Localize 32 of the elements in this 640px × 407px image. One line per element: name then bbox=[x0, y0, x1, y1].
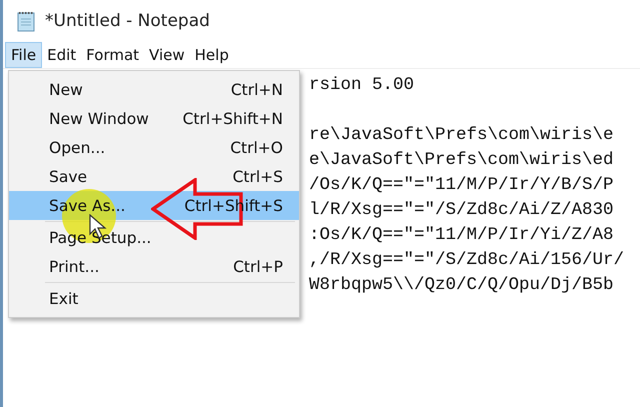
menu-label: Open... bbox=[49, 138, 106, 156]
menu-label: New Window bbox=[49, 110, 149, 128]
menu-item[interactable]: Help bbox=[190, 43, 234, 67]
menu-entry[interactable]: New Window Ctrl+Shift+N bbox=[9, 104, 299, 133]
shortcut-label: Ctrl+Shift+N bbox=[182, 110, 283, 128]
menu-label: New bbox=[49, 80, 83, 98]
text-line: :Os/K/Q=="="11/M/P/Ir/Yi/Z/A8 bbox=[309, 225, 614, 245]
menu-entry[interactable]: Print... Ctrl+P bbox=[9, 252, 299, 281]
shortcut-label: Ctrl+P bbox=[233, 258, 283, 276]
text-line: re\JavaSoft\Prefs\com\wiris\e bbox=[309, 125, 614, 145]
text-line: e\JavaSoft\Prefs\com\wiris\ed bbox=[309, 150, 614, 170]
shortcut-label: Ctrl+N bbox=[230, 80, 283, 98]
text-line: rsion 5.00 bbox=[309, 75, 414, 95]
shortcut-label: Ctrl+S bbox=[232, 168, 283, 186]
window-title: *Untitled - Notepad bbox=[45, 11, 210, 31]
menu-item[interactable]: Edit bbox=[42, 43, 82, 67]
menu-entry[interactable]: Exit bbox=[9, 284, 299, 313]
menu-label: Save bbox=[49, 168, 88, 186]
menu-entry[interactable]: Save Ctrl+S bbox=[9, 162, 299, 191]
text-line: W8rbqpw5\\/Qz0/C/Q/Opu/Dj/B5b bbox=[309, 275, 614, 295]
menu-label: Exit bbox=[49, 290, 78, 308]
menu-label: Print... bbox=[49, 258, 100, 276]
text-line: l/R/Xsg=="="/S/Zd8c/Ai/Z/A830 bbox=[309, 200, 614, 220]
menu-entry[interactable]: Open... Ctrl+O bbox=[9, 133, 299, 162]
menu-item[interactable]: File bbox=[5, 42, 42, 68]
shortcut-label: Ctrl+O bbox=[230, 138, 283, 156]
menu-entry[interactable]: New Ctrl+N bbox=[9, 75, 299, 104]
menu-item[interactable]: Format bbox=[81, 43, 144, 67]
notepad-icon bbox=[15, 10, 37, 32]
text-line: ,/R/Xsg=="="/S/Zd8c/Ai/156/Ur/ bbox=[309, 250, 624, 270]
text-line: /Os/K/Q=="="11/M/P/Ir/Y/B/S/P bbox=[309, 175, 614, 195]
menu-item[interactable]: View bbox=[144, 43, 190, 67]
